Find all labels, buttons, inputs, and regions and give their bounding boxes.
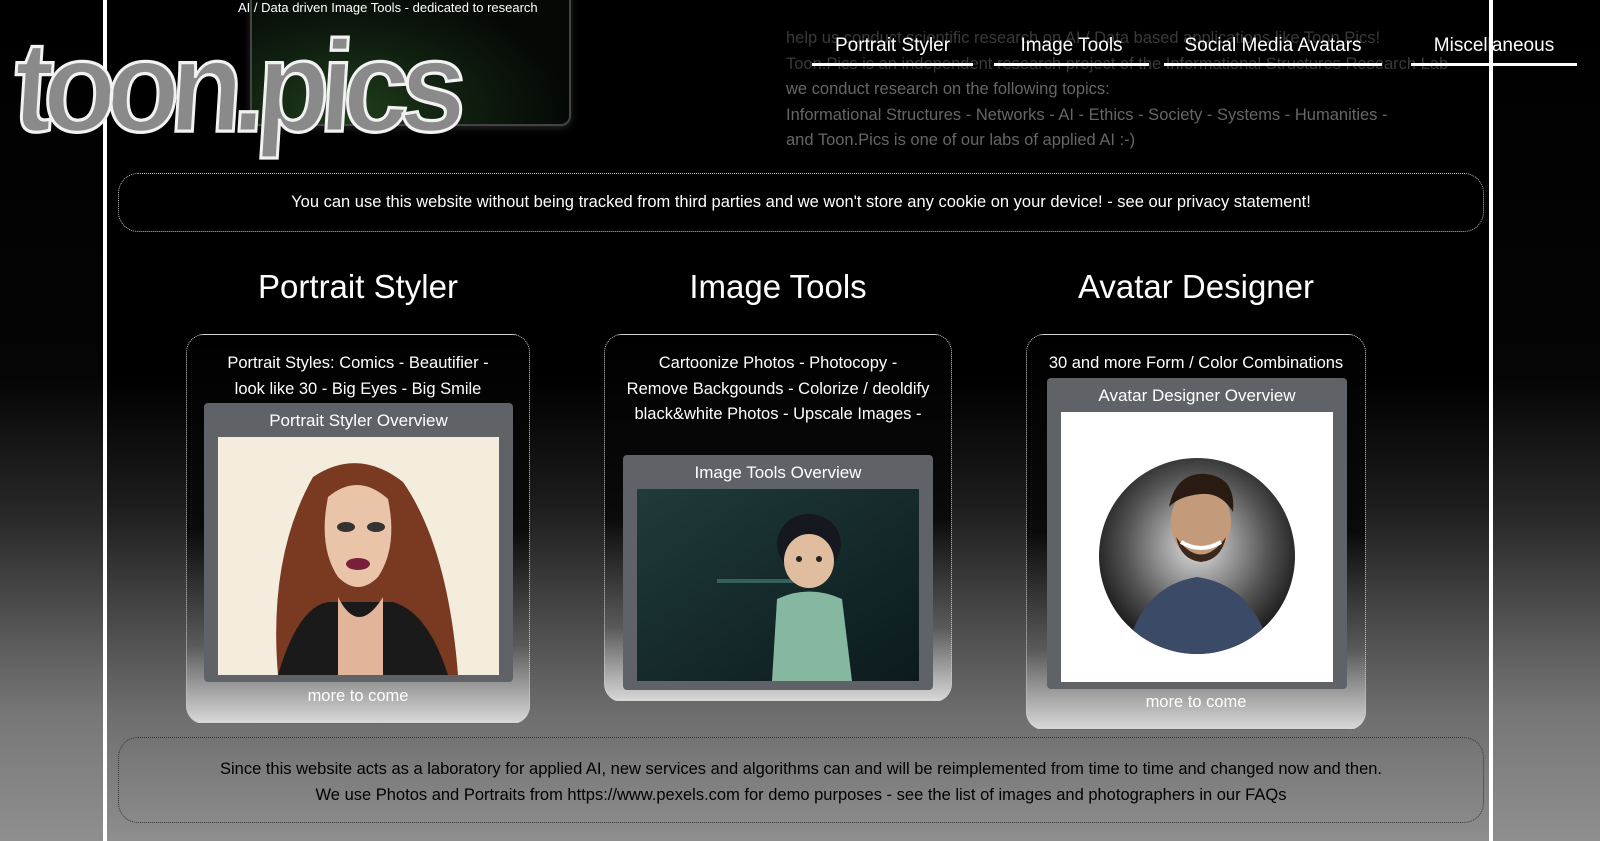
portrait-styler-description: Portrait Styles: Comics - Beautifier - l… [187,351,529,402]
nav-portrait-styler[interactable]: Portrait Styler [812,35,973,66]
overview-title: Avatar Designer Overview [1098,386,1296,405]
desc-line: Portrait Styles: Comics - Beautifier - [227,354,489,372]
desc-line: black&white Photos - Upscale Images - [634,405,922,423]
main-nav: Portrait Styler Image Tools Social Media… [0,35,1600,75]
nav-miscellaneous[interactable]: Miscellaneous [1411,35,1577,66]
desc-line: Cartoonize Photos - Photocopy - [658,354,898,372]
portrait-demo-image [218,437,499,675]
desc-line: Remove Backgounds - Colorize / deoldify [626,379,930,398]
footer-line: Since this website acts as a laboratory … [219,760,1383,778]
nav-image-tools[interactable]: Image Tools [994,35,1149,66]
portrait-styler-title: Portrait Styler [258,268,458,305]
footer-line[interactable]: We use Photos and Portraits from https:/… [119,782,1483,808]
child-demo-image [637,489,919,681]
intro-line: we conduct research on the following top… [786,80,1110,98]
avatar-designer-card: 30 and more Form / Color Combinations Av… [1026,334,1366,730]
desc-line: look like 30 - Big Eyes - Big Smile [234,379,482,398]
intro-line: Informational Structures - Networks - AI… [786,105,1388,124]
footer-disclaimer: Since this website acts as a laboratory … [118,737,1484,823]
overview-title: Image Tools Overview [694,463,862,482]
image-tools-card: Cartoonize Photos - Photocopy - Remove B… [604,334,952,702]
avatar-designer-overview[interactable]: Avatar Designer Overview [1047,378,1347,689]
desc-line: 30 and more Form / Color Combinations [1048,354,1344,372]
intro-line: and Toon.Pics is one of our labs of appl… [786,131,1136,149]
more-to-come-link[interactable]: more to come [1027,693,1365,712]
privacy-notice[interactable]: You can use this website without being t… [118,173,1484,232]
nav-social-media-avatars[interactable]: Social Media Avatars [1164,35,1382,66]
avatar-designer-title: Avatar Designer [1077,268,1314,305]
overview-title: Portrait Styler Overview [269,411,448,430]
tagline: AI / Data driven Image Tools - dedicated… [238,0,538,15]
image-tools-title: Image Tools [689,268,867,305]
portrait-styler-overview[interactable]: Portrait Styler Overview [204,403,513,682]
image-tools-description: Cartoonize Photos - Photocopy - Remove B… [605,351,951,428]
more-to-come-link[interactable]: more to come [187,687,529,706]
avatar-demo-image [1061,412,1333,682]
avatar-designer-description: 30 and more Form / Color Combinations [1027,351,1365,377]
privacy-notice-text: You can use this website without being t… [291,193,1311,211]
image-tools-overview[interactable]: Image Tools Overview [623,455,933,690]
portrait-styler-card: Portrait Styles: Comics - Beautifier - l… [186,334,530,724]
